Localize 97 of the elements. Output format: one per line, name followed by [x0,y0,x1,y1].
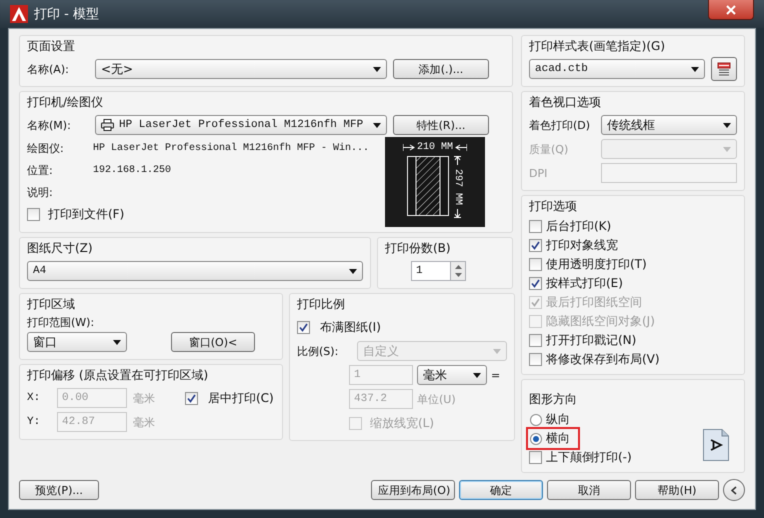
dialog-button[interactable]: 帮助(H) [635,480,719,500]
dimension-arrow-icon [455,144,467,150]
preview-button[interactable]: 预览(P)... [19,480,99,500]
radio-label[interactable]: 纵向 [546,411,570,428]
group-title: 打印样式表(画笔指定)(G) [529,38,666,55]
unit-label: 毫米 [133,414,155,430]
group-title: 打印区域 [27,296,76,313]
properties-button[interactable]: 特性(R)... [393,115,489,135]
group-title: 页面设置 [27,38,76,55]
paper-size-dropdown[interactable]: A4 [27,261,363,281]
unit-label: 毫米 [133,390,155,406]
field-label: 质量(Q) [529,142,570,156]
group-title: 打印份数(B) [385,240,452,257]
caret-icon [373,122,381,128]
field-label: DPI [529,166,548,180]
chevron-icon [731,486,737,494]
caret-icon [723,122,731,128]
checkbox[interactable] [297,320,310,334]
checkbox-label[interactable]: 按样式打印(E) [546,275,623,292]
checkbox-label[interactable]: 打印对象线宽 [546,237,618,254]
group-title: 打印偏移 (原点设置在可打印区域) [27,367,210,384]
dimension-arrow-icon [402,144,415,150]
field-label: 名称(A): [27,62,70,76]
checkbox-label[interactable]: 打印到文件(F) [48,206,124,222]
checkbox[interactable] [529,258,542,271]
dialog-button[interactable]: 应用到布局(O) [371,480,455,500]
caret-icon [473,372,481,378]
height-dimension: 297 MM [452,168,463,205]
field-label: 名称(M): [27,118,72,132]
expand-button[interactable] [723,479,745,501]
width-dimension: 210 MM [416,142,453,152]
info-label: 说明: [27,184,54,200]
checkbox-label[interactable]: 布满图纸(I) [320,318,381,336]
group-title: 打印比例 [297,296,346,313]
close-icon [726,4,736,14]
dialog-button[interactable]: 确定 [459,480,543,500]
caret-icon [723,146,731,152]
app-logo-icon [10,5,28,23]
checkbox[interactable] [27,208,40,220]
add-button[interactable]: 添加(.)... [393,59,489,79]
window-title: 打印 - 模型 [34,6,99,23]
field-label: 着色打印(D) [529,118,592,132]
unit-dropdown[interactable]: 毫米 [417,365,487,385]
window-pick-button[interactable]: 窗口(O)< [171,332,255,352]
dialog-button[interactable]: 取消 [547,480,631,500]
unit-label: 单位(U) [417,392,456,406]
info-label: 位置: [27,162,54,178]
close-button[interactable] [708,0,754,20]
group-title: 着色视口选项 [529,94,602,111]
landscape-page-icon [703,429,729,461]
edit-style-button[interactable] [711,57,737,81]
shade-dropdown[interactable]: 传统线框 [601,115,737,135]
checkbox-label[interactable]: 居中打印(C) [208,390,274,406]
caret-icon [373,66,381,72]
info-value: HP LaserJet Professional M1216nfh MFP - Win... [93,142,370,154]
spin-button[interactable] [451,261,466,281]
field-label: 打印范围(W): [27,316,94,329]
info-value: 192.168.1.250 [93,164,172,176]
caret-icon [349,268,357,274]
checkbox[interactable] [529,334,542,347]
field-label: Y: [27,416,42,428]
field-label: 比例(S): [297,344,340,358]
plot-style-dropdown[interactable]: acad.ctb [529,59,705,79]
radio-button[interactable] [530,414,542,426]
checkbox-label[interactable]: 后台打印(K) [546,218,612,235]
checkbox[interactable] [529,451,542,464]
checkbox[interactable] [185,392,198,404]
hatched-page-drawing [407,156,449,216]
caret-icon [113,340,121,344]
group-title: 打印机/绘图仪 [27,94,104,111]
checkbox-label[interactable]: 使用透明度打印(T) [546,256,647,273]
checkbox[interactable] [529,353,542,366]
table-edit-icon [717,62,731,76]
radio-label[interactable]: 横向 [546,430,570,447]
caret-icon [493,348,501,354]
group-title: 图纸尺寸(Z) [27,240,94,257]
field-label: X: [27,392,42,404]
spin-arrows-icon [454,264,462,278]
dimension-arrow-icon [454,208,461,218]
checkbox-label[interactable]: 上下颠倒打印(-) [546,449,632,466]
checkbox-label[interactable]: 将修改保存到布局(V) [546,351,660,368]
dimension-arrow-icon [454,156,461,165]
copies-field[interactable]: 1 [411,261,451,281]
info-label: 绘图仪: [27,140,65,156]
checkbox[interactable] [529,239,542,252]
group-title: 打印选项 [529,198,578,215]
checkbox[interactable] [529,220,542,233]
plot-range-dropdown[interactable]: 窗口 [27,332,127,352]
group-title: 图形方向 [529,391,578,408]
checkbox-label[interactable]: 打开打印戳记(N) [546,332,636,349]
printer-dropdown[interactable]: HP LaserJet Professional M1216nfh MFP [95,115,387,135]
printer-icon [101,119,114,131]
caret-icon [691,66,699,72]
page-setup-dropdown[interactable]: <无> [95,59,387,79]
checkbox[interactable] [529,277,542,290]
radio-button[interactable] [530,432,542,444]
equals-sign: = [491,368,500,382]
